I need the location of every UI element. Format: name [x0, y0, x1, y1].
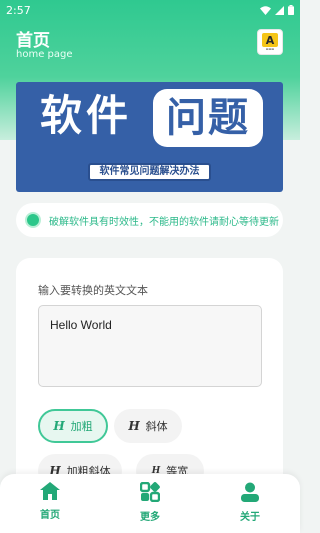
- logo-letter: A: [262, 33, 278, 47]
- status-time: 2:57: [6, 3, 31, 17]
- text-input[interactable]: Hello World: [38, 305, 262, 387]
- apps-icon: [140, 482, 160, 502]
- status-bar: 2:57: [0, 0, 300, 20]
- app-logo[interactable]: A ▬▬▬: [257, 29, 283, 55]
- nav-item-home[interactable]: 首页: [20, 482, 80, 521]
- style-button-bold[interactable]: H 加粗: [38, 409, 108, 443]
- italic-h-icon: H: [128, 419, 140, 433]
- notice-dot-icon: [25, 212, 41, 228]
- bottom-nav: 首页 更多 关于: [0, 474, 300, 533]
- bold-h-icon: H: [53, 419, 65, 433]
- nav-label-home: 首页: [40, 510, 60, 521]
- style-button-italic[interactable]: H 斜体: [114, 409, 182, 443]
- input-label: 输入要转换的英文文本: [38, 284, 148, 297]
- promo-banner[interactable]: 软件 问题 软件常见问题解决办法: [16, 82, 283, 192]
- style-button-label: 加粗: [70, 420, 93, 433]
- nav-label-about: 关于: [240, 512, 260, 523]
- page-subtitle: home page: [16, 49, 73, 60]
- home-icon: [40, 482, 60, 500]
- banner-subtitle: 软件常见问题解决办法: [88, 163, 211, 181]
- status-icons: [260, 5, 294, 15]
- logo-caption-decoration: ▬▬▬: [265, 47, 275, 51]
- notice-bar[interactable]: 破解软件具有时效性，不能用的软件请耐心等待更新: [16, 203, 283, 237]
- nav-label-more: 更多: [140, 512, 160, 523]
- battery-icon: [288, 5, 294, 15]
- banner-title-box: 问题: [153, 89, 263, 147]
- signal-icon: [275, 5, 284, 15]
- wifi-icon: [260, 5, 271, 15]
- nav-item-about[interactable]: 关于: [220, 482, 280, 523]
- style-button-label: 斜体: [145, 420, 168, 433]
- banner-title-left: 软件: [40, 91, 133, 140]
- notice-text: 破解软件具有时效性，不能用的软件请耐心等待更新: [49, 216, 279, 228]
- person-icon: [241, 482, 259, 502]
- page-title: 首页: [16, 31, 50, 51]
- nav-item-more[interactable]: 更多: [120, 482, 180, 523]
